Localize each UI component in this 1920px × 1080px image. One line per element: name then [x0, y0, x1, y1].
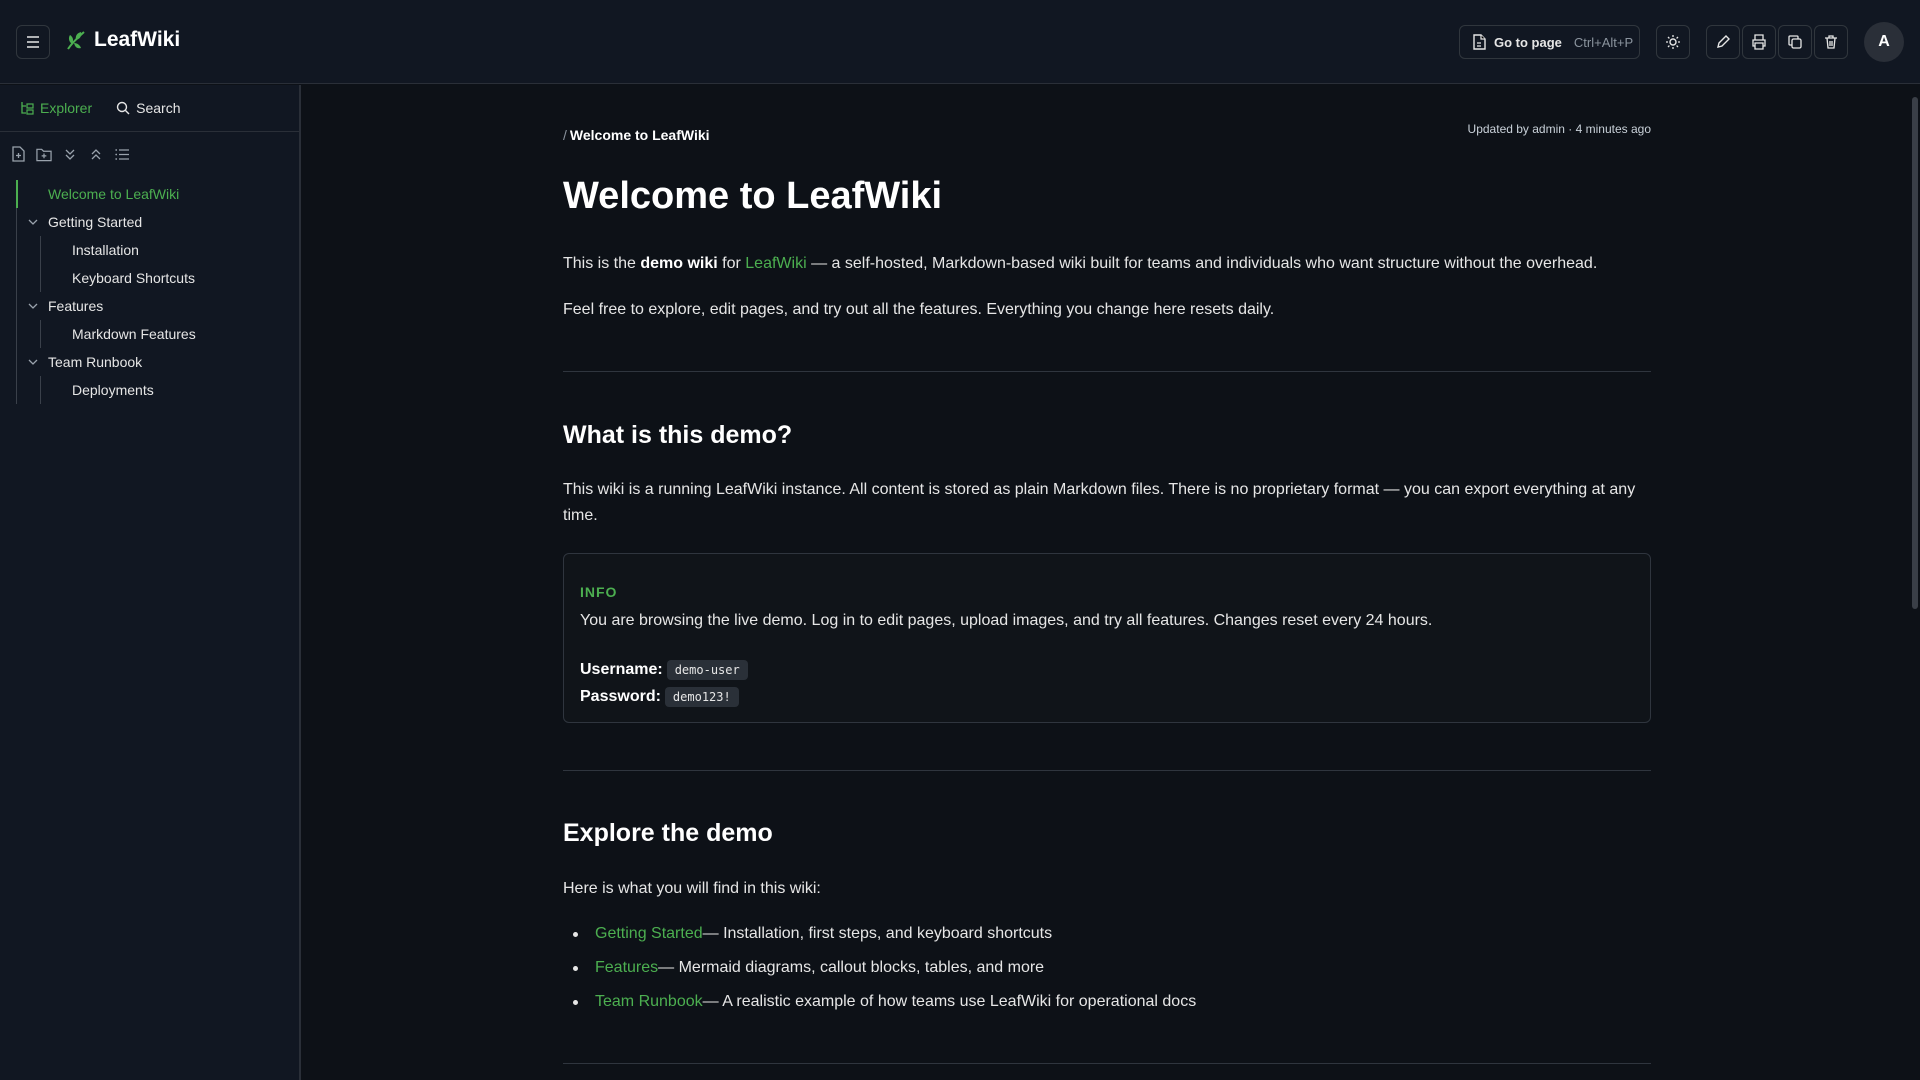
- hamburger-icon: [27, 36, 39, 48]
- list-item: Getting Started — Installation, first st…: [563, 917, 1196, 951]
- tree-item-markdown-features[interactable]: Markdown Features: [0, 320, 299, 348]
- tree-item-getting-started[interactable]: Getting Started: [0, 208, 299, 236]
- username-row: Username: demo-user: [580, 660, 748, 680]
- expand-all-button[interactable]: [62, 146, 78, 162]
- sun-icon: [1666, 35, 1680, 49]
- username-label: Username:: [580, 661, 663, 678]
- section-paragraph: Here is what you will find in this wiki:: [563, 880, 821, 897]
- tree-icon: [21, 102, 34, 115]
- divider: [563, 1063, 1651, 1064]
- tree-item-label: Getting Started: [48, 214, 143, 230]
- tab-explorer[interactable]: Explorer: [20, 100, 92, 116]
- list-item: Team Runbook — A realistic example of ho…: [563, 985, 1196, 1019]
- username-code: demo-user: [666, 660, 748, 680]
- section-paragraph: This wiki is a running LeafWiki instance…: [563, 481, 1636, 524]
- new-folder-button[interactable]: [36, 146, 52, 162]
- list-item: Features — Mermaid diagrams, callout blo…: [563, 951, 1196, 985]
- sidebar-tabs: Explorer Search: [0, 85, 299, 132]
- intro-text: — a self-hosted, Markdown-based wiki bui…: [806, 255, 1598, 272]
- sort-button[interactable]: [114, 146, 130, 162]
- main-content: / Welcome to LeafWiki Updated by admin · …: [303, 85, 1910, 1080]
- callout-text: You are browsing the live demo. Log in t…: [580, 612, 1433, 629]
- password-row: Password: demo123!: [580, 687, 739, 707]
- pencil-icon: [1717, 35, 1730, 48]
- intro-bold: demo wiki: [640, 255, 718, 272]
- chevrons-up-icon: [91, 149, 101, 160]
- link-features[interactable]: Features: [595, 959, 658, 977]
- chevrons-down-icon: [65, 149, 75, 160]
- intro-text: for: [717, 255, 746, 272]
- tree-item-installation[interactable]: Installation: [0, 236, 299, 264]
- go-to-page-shortcut: Ctrl+Alt+P: [1573, 34, 1634, 50]
- chevron-down-icon[interactable]: [26, 355, 40, 369]
- go-to-page-button[interactable]: Go to page Ctrl+Alt+P: [1459, 25, 1640, 59]
- tree-item-team-runbook[interactable]: Team Runbook: [0, 348, 299, 376]
- delete-button[interactable]: [1814, 25, 1848, 59]
- tree-item-keyboard-shortcuts[interactable]: Keyboard Shortcuts: [0, 264, 299, 292]
- chevron-down-icon[interactable]: [26, 299, 40, 313]
- callout-title: INFO: [580, 584, 618, 600]
- copy-button[interactable]: [1778, 25, 1812, 59]
- folder-plus-icon: [36, 148, 52, 161]
- app-logo[interactable]: LeafWiki: [64, 28, 180, 52]
- theme-toggle-button[interactable]: [1656, 25, 1690, 59]
- new-page-button[interactable]: [10, 146, 26, 162]
- link-team-runbook[interactable]: Team Runbook: [595, 993, 703, 1011]
- search-icon: [116, 101, 130, 115]
- page-title: Welcome to LeafWiki: [563, 175, 943, 217]
- tab-explorer-label: Explorer: [40, 100, 93, 116]
- sidebar: Explorer Search Welcome to LeafWiki Gett…: [0, 85, 301, 1080]
- breadcrumb-current[interactable]: Welcome to LeafWiki: [570, 127, 710, 143]
- list-item-desc: — Mermaid diagrams, callout blocks, tabl…: [658, 959, 1045, 976]
- copy-icon: [1788, 35, 1802, 49]
- password-label: Password:: [580, 688, 661, 705]
- divider: [563, 770, 1651, 771]
- edit-button[interactable]: [1706, 25, 1740, 59]
- intro-paragraph-2: Feel free to explore, edit pages, and tr…: [563, 301, 1275, 318]
- go-to-page-label: Go to page: [1494, 34, 1562, 50]
- tree-item-features[interactable]: Features: [0, 292, 299, 320]
- user-avatar[interactable]: A: [1864, 22, 1904, 62]
- chevron-down-icon[interactable]: [26, 215, 40, 229]
- menu-button[interactable]: [16, 25, 50, 59]
- tree-item-deployments[interactable]: Deployments: [0, 376, 299, 404]
- app-name: LeafWiki: [94, 28, 181, 51]
- intro-paragraph: This is the demo wiki for LeafWiki — a s…: [563, 251, 1651, 277]
- scrollbar-thumb[interactable]: [1912, 97, 1918, 609]
- leaf-icon: [67, 31, 85, 50]
- section-heading-explore: Explore the demo: [563, 819, 773, 847]
- intro-text: This is the: [563, 255, 641, 272]
- list-item-desc: — A realistic example of how teams use L…: [702, 993, 1197, 1010]
- updated-info: Updated by admin · 4 minutes ago: [1467, 122, 1651, 136]
- breadcrumb-separator: /: [563, 127, 567, 143]
- info-callout: INFO You are browsing the live demo. Log…: [563, 553, 1651, 723]
- breadcrumb: / Welcome to LeafWiki: [563, 127, 710, 143]
- file-icon: [1473, 34, 1486, 50]
- link-getting-started[interactable]: Getting Started: [595, 925, 703, 943]
- tab-search-label: Search: [136, 100, 181, 116]
- explore-list: Getting Started — Installation, first st…: [563, 917, 1196, 1019]
- print-button[interactable]: [1742, 25, 1776, 59]
- page-tree: Welcome to LeafWiki Getting Started Inst…: [0, 180, 299, 404]
- tree-item-label: Team Runbook: [48, 354, 143, 370]
- collapse-all-button[interactable]: [88, 146, 104, 162]
- section-heading-what-is: What is this demo?: [563, 421, 793, 449]
- tree-item-label: Features: [48, 298, 104, 314]
- divider: [563, 371, 1651, 372]
- password-code: demo123!: [664, 687, 739, 707]
- tree-toolbar: [0, 132, 299, 176]
- file-plus-icon: [11, 146, 25, 162]
- tab-search[interactable]: Search: [116, 100, 181, 116]
- top-bar: LeafWiki Go to page Ctrl+Alt+P A: [0, 0, 1920, 84]
- list-icon: [114, 148, 129, 160]
- trash-icon: [1825, 35, 1837, 49]
- list-item-desc: — Installation, first steps, and keyboar…: [702, 925, 1053, 942]
- leafwiki-link[interactable]: LeafWiki: [745, 255, 806, 272]
- printer-icon: [1752, 34, 1766, 50]
- scrollbar[interactable]: [1910, 85, 1920, 1080]
- tree-item-welcome[interactable]: Welcome to LeafWiki: [0, 180, 299, 208]
